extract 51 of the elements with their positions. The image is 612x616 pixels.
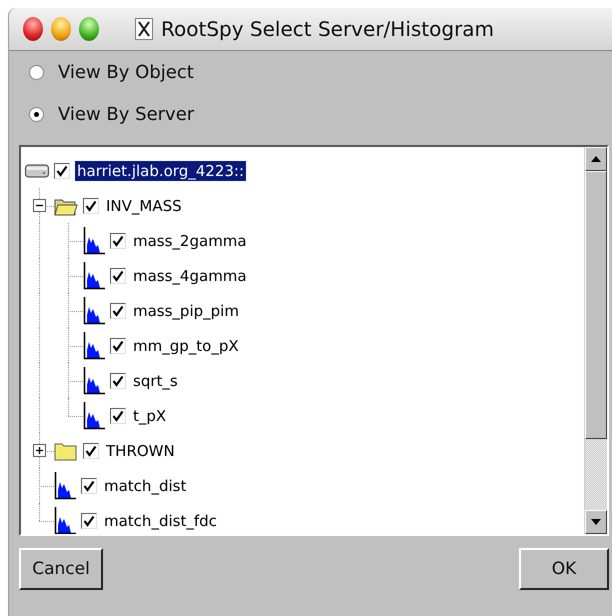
cancel-button[interactable]: Cancel [19, 548, 103, 590]
checkbox[interactable] [83, 442, 99, 458]
minimize-button[interactable] [51, 17, 71, 41]
close-button[interactable] [23, 17, 43, 41]
scroll-thumb[interactable] [585, 171, 607, 439]
checkbox[interactable] [110, 232, 126, 248]
checkbox[interactable] [83, 198, 99, 214]
checkbox[interactable] [110, 302, 126, 318]
folder-icon [54, 440, 78, 460]
ok-button[interactable]: OK [519, 548, 609, 590]
scroll-down-button[interactable] [585, 510, 607, 534]
tree-item[interactable]: THROWN [21, 433, 584, 468]
histogram-icon [83, 366, 105, 394]
collapse-icon[interactable] [33, 199, 46, 212]
histogram-icon [83, 402, 105, 430]
up-arrow-icon [591, 156, 601, 162]
checkbox[interactable] [54, 162, 70, 178]
tree-item[interactable]: mass_pip_pim [21, 293, 584, 328]
checkbox[interactable] [81, 478, 97, 494]
radio-button[interactable] [29, 64, 44, 80]
checkbox[interactable] [110, 338, 126, 354]
tree-item[interactable]: mm_gp_to_pX [21, 328, 584, 363]
down-arrow-icon [591, 519, 601, 525]
scroll-up-button[interactable] [585, 147, 607, 171]
histogram-icon [83, 226, 105, 254]
radio-button[interactable] [29, 106, 44, 122]
tree-item[interactable]: t_pX [21, 398, 584, 433]
histogram-icon [83, 296, 105, 324]
drive-icon [25, 164, 49, 178]
radio-option[interactable]: View By Object [19, 51, 229, 93]
tree-item[interactable]: INV_MASS [21, 188, 584, 223]
checkbox[interactable] [110, 408, 126, 424]
tree-item[interactable]: mass_2gamma [21, 223, 584, 258]
x-logo-icon [135, 18, 153, 40]
checkbox[interactable] [81, 512, 97, 528]
histogram-icon [83, 262, 105, 290]
histogram-icon [83, 332, 105, 360]
tree-item[interactable]: match_dist [21, 468, 584, 503]
checkbox[interactable] [110, 268, 126, 284]
tree-item[interactable]: sqrt_s [21, 363, 584, 398]
tree-item[interactable]: mass_4gamma [21, 258, 584, 293]
histogram-icon [54, 506, 76, 534]
zoom-button[interactable] [79, 17, 99, 41]
expand-icon[interactable] [33, 444, 46, 457]
checkbox[interactable] [110, 372, 126, 388]
tree-item[interactable]: harriet.jlab.org_4223:: [21, 153, 584, 188]
tree-item[interactable]: match_dist_fdc [21, 503, 584, 534]
scrollbar[interactable] [584, 147, 607, 534]
radio-option[interactable]: View By Server [19, 93, 229, 135]
histogram-icon [54, 472, 76, 500]
window-title: RootSpy Select Server/Histogram [161, 17, 494, 41]
